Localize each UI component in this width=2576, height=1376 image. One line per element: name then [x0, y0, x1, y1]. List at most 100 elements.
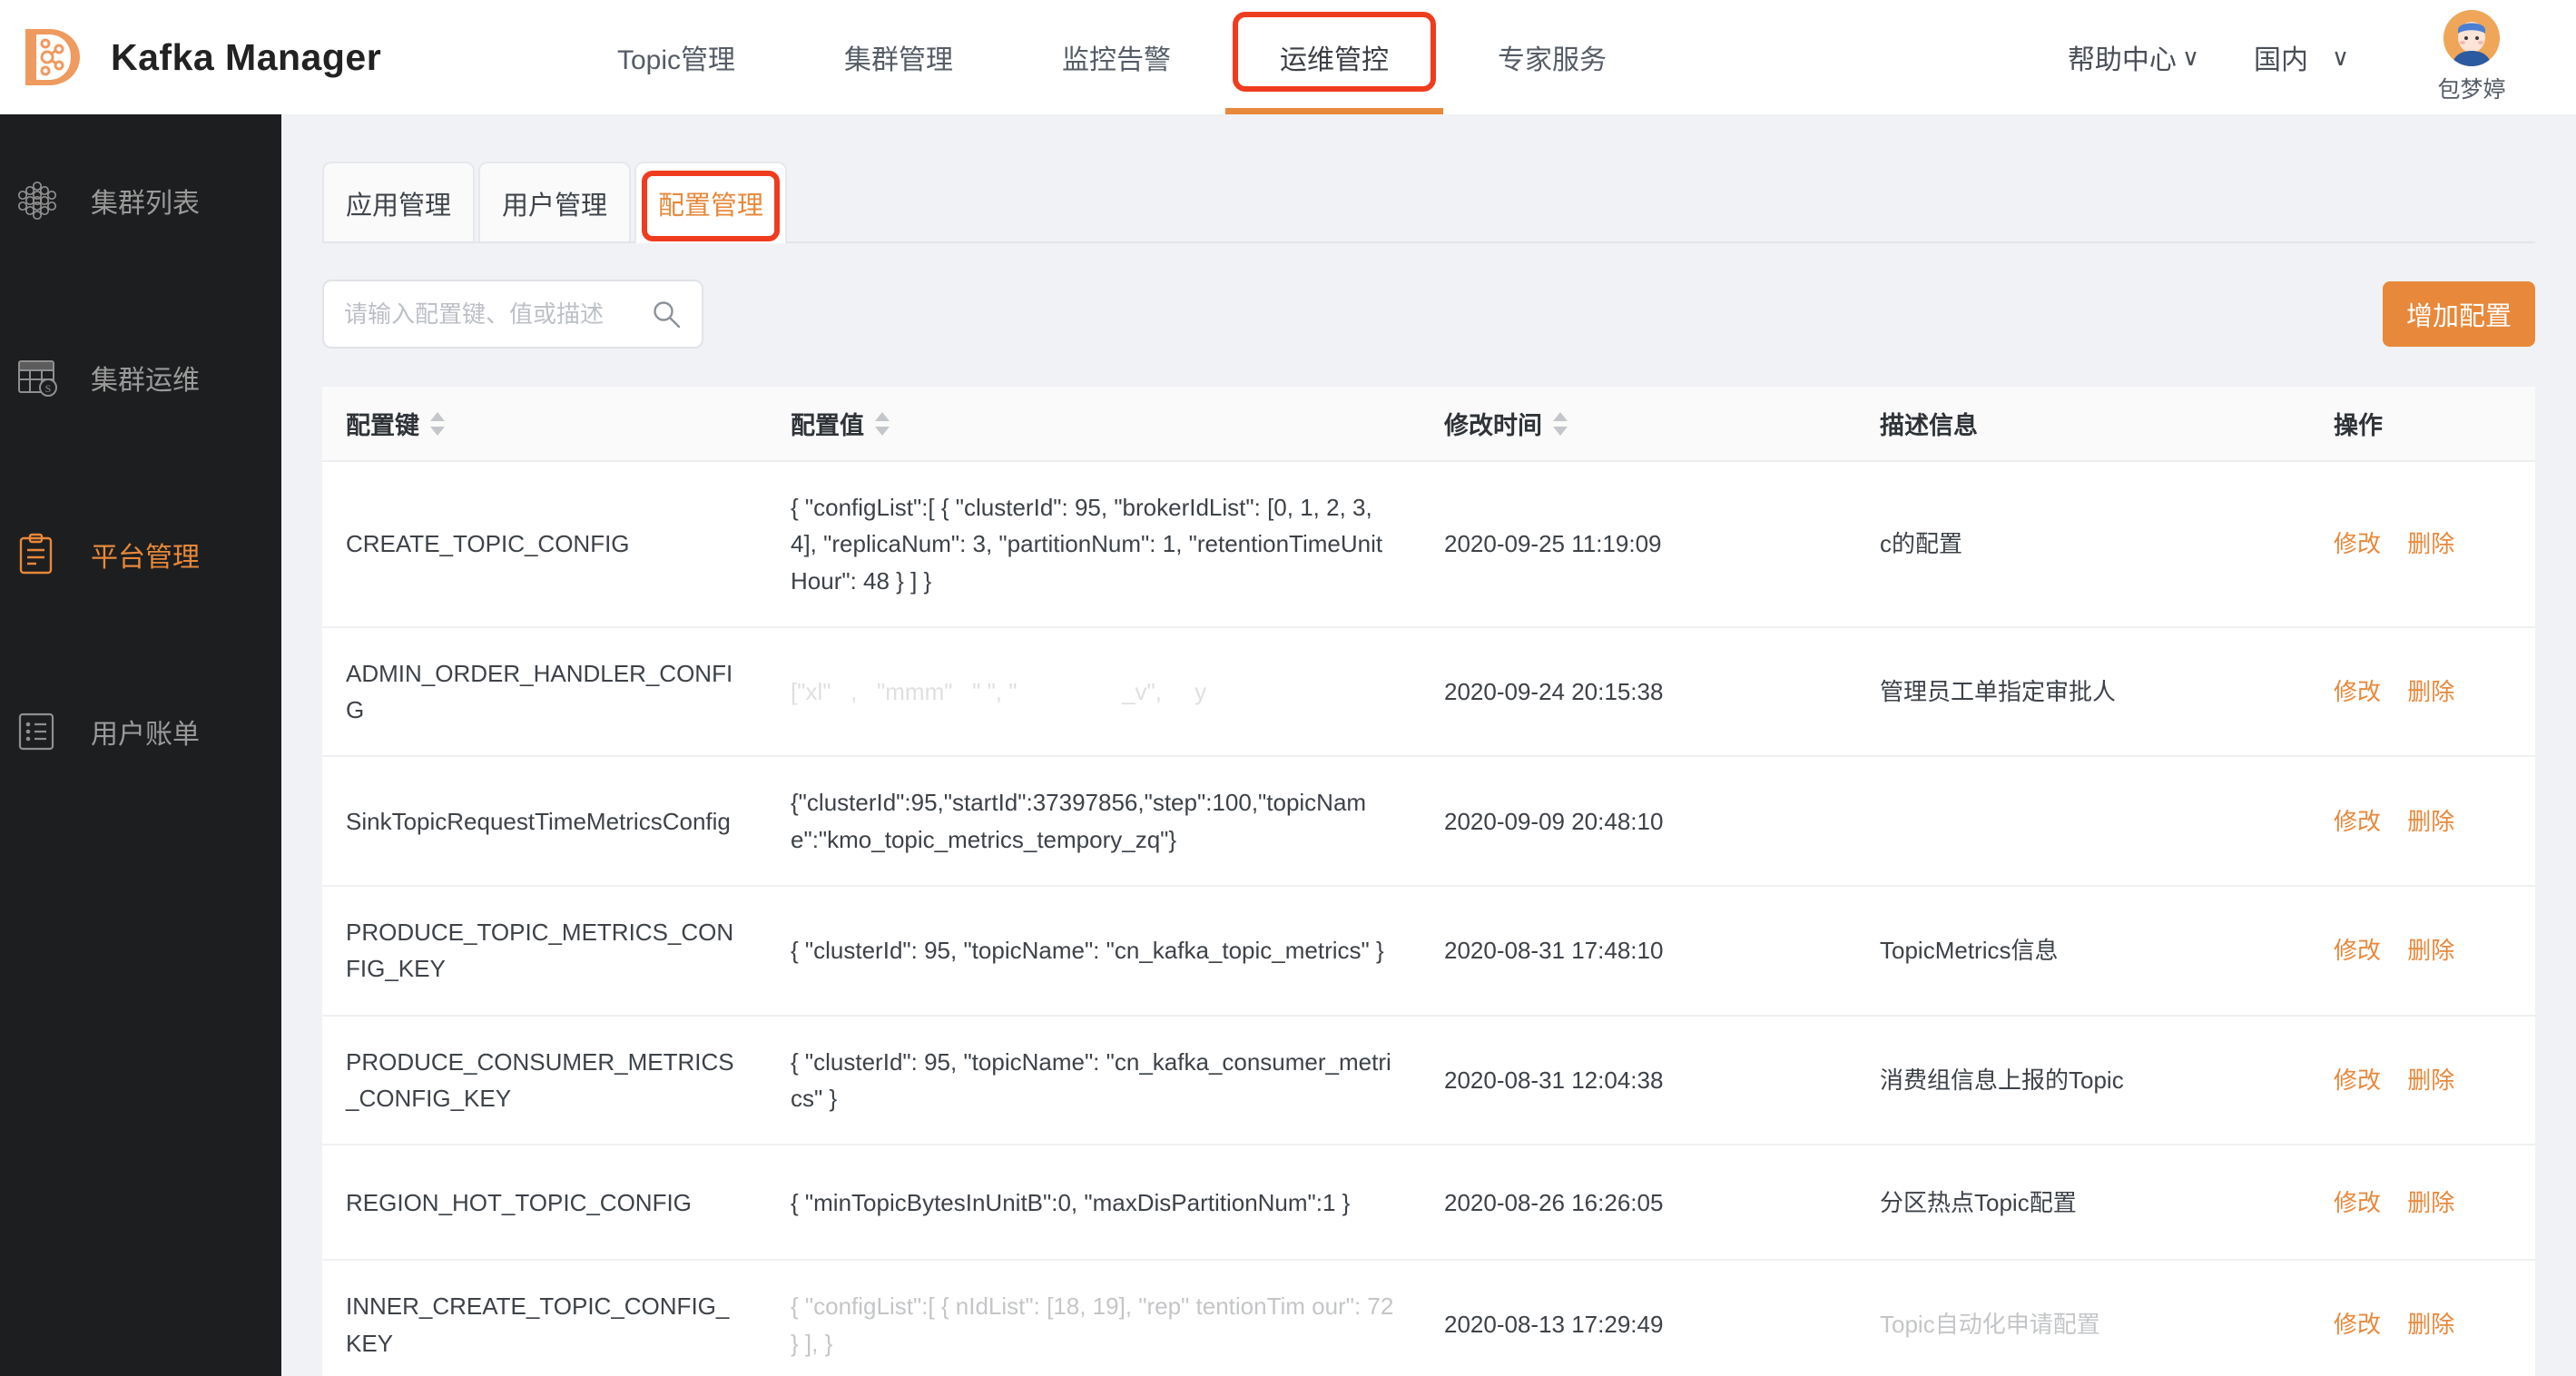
table-row: REGION_HOT_TOPIC_CONFIG { "minTopicBytes…: [322, 1145, 2535, 1262]
table-row: ADMIN_ORDER_HANDLER_CONFIG ["xl" , "mmm"…: [322, 626, 2535, 758]
delete-action[interactable]: 删除: [2407, 932, 2454, 968]
nav-label: 监控告警: [1062, 45, 1171, 75]
nav-topic-management[interactable]: Topic管理: [563, 0, 790, 114]
table-row: PRODUCE_TOPIC_METRICS_CONFIG_KEY { "clus…: [322, 886, 2535, 1017]
delete-action[interactable]: 删除: [2407, 1062, 2454, 1098]
cell-config-value: {"clusterId":95,"startId":37397856,"step…: [767, 756, 1421, 888]
tab-label: 应用管理: [345, 192, 451, 221]
th-operation: 操作: [2310, 387, 2535, 462]
sidebar-item-label: 平台管理: [91, 543, 200, 573]
cell-operations: 修改 删除: [2310, 1260, 2535, 1376]
cluster-list-icon: [13, 176, 62, 225]
cell-config-value: { "configList":[ { "clusterId": 95, "bro…: [767, 461, 1421, 628]
th-config-value[interactable]: 配置值: [767, 387, 1421, 462]
app-header: Kafka Manager Topic管理 集群管理 监控告警 运维管控 专家服…: [0, 0, 2576, 114]
help-center-dropdown[interactable]: 帮助中心 ∨: [2068, 37, 2199, 77]
toolbar: 增加配置: [322, 280, 2535, 349]
sort-toggle-icon[interactable]: [430, 411, 445, 436]
cell-config-value: { "clusterId": 95, "topicName": "cn_kafk…: [767, 1015, 1421, 1146]
platform-admin-icon: [13, 530, 62, 579]
top-navigation: Topic管理 集群管理 监控告警 运维管控 专家服务: [545, 0, 2068, 114]
th-modify-time[interactable]: 修改时间: [1421, 387, 1856, 462]
edit-action[interactable]: 修改: [2334, 673, 2381, 710]
chevron-down-icon: ∨: [2331, 43, 2349, 71]
search-box[interactable]: [322, 280, 703, 349]
cell-config-key: CREATE_TOPIC_CONFIG: [322, 461, 767, 628]
sidebar-item-cluster-list[interactable]: 集群列表: [0, 160, 281, 241]
tab-app-management[interactable]: 应用管理: [322, 162, 475, 243]
brand-title: Kafka Manager: [111, 35, 382, 78]
th-label: 描述信息: [1880, 412, 1978, 439]
sidebar-item-label: 集群列表: [91, 189, 200, 219]
cell-description: 消费组信息上报的Topic: [1856, 1015, 2310, 1146]
user-menu[interactable]: 包梦婷: [2404, 10, 2540, 104]
sidebar-item-user-bill[interactable]: 用户账单: [0, 691, 281, 772]
cell-operations: 修改 删除: [2310, 1015, 2535, 1146]
table-row: SinkTopicRequestTimeMetricsConfig {"clus…: [322, 756, 2535, 888]
cell-description: TopicMetrics信息: [1856, 886, 2310, 1017]
nav-ops-control[interactable]: 运维管控: [1225, 0, 1443, 114]
edit-action[interactable]: 修改: [2334, 526, 2381, 562]
sort-toggle-icon[interactable]: [1553, 411, 1568, 436]
cell-modify-time: 2020-09-25 11:19:09: [1421, 461, 1856, 628]
cell-operations: 修改 删除: [2310, 1145, 2535, 1262]
tab-user-management[interactable]: 用户管理: [478, 162, 631, 243]
add-config-button[interactable]: 增加配置: [2383, 281, 2535, 347]
nav-expert-service[interactable]: 专家服务: [1443, 0, 1661, 114]
config-table: 配置键 配置值 修改时间 描述信息 操作 CREATE_TOPIC_CONFIG…: [322, 387, 2535, 1376]
nav-label: 运维管控: [1280, 45, 1389, 75]
nav-cluster-management[interactable]: 集群管理: [790, 0, 1008, 114]
delete-action[interactable]: 删除: [2407, 1184, 2454, 1221]
cell-config-key: PRODUCE_TOPIC_METRICS_CONFIG_KEY: [322, 886, 767, 1017]
delete-action[interactable]: 删除: [2407, 803, 2454, 840]
region-dropdown[interactable]: 国内 ∨: [2254, 37, 2349, 77]
edit-action[interactable]: 修改: [2334, 1062, 2381, 1098]
cell-modify-time: 2020-08-13 17:29:49: [1421, 1260, 1856, 1376]
sort-toggle-icon[interactable]: [875, 411, 890, 436]
table-row: CREATE_TOPIC_CONFIG { "configList":[ { "…: [322, 461, 2535, 628]
sidebar-item-label: 集群运维: [91, 366, 200, 396]
cell-operations: 修改 删除: [2310, 626, 2535, 758]
edit-action[interactable]: 修改: [2334, 1306, 2381, 1342]
cell-config-key: INNER_CREATE_TOPIC_CONFIG_KEY: [322, 1260, 767, 1376]
search-input[interactable]: [344, 300, 651, 329]
sidebar: 集群列表 S 集群运维 平台管理 用户账单: [0, 114, 281, 1376]
sidebar-item-platform-admin[interactable]: 平台管理: [0, 514, 281, 595]
cell-modify-time: 2020-08-31 12:04:38: [1421, 1015, 1856, 1146]
cell-config-value: ["xl" , "mmm" " ", " _v", y: [767, 626, 1421, 758]
region-label: 国内: [2253, 45, 2308, 75]
sidebar-item-label: 用户账单: [91, 720, 200, 750]
cell-operations: 修改 删除: [2310, 886, 2535, 1017]
th-label: 修改时间: [1444, 412, 1542, 439]
cell-config-value: { "clusterId": 95, "topicName": "cn_kafk…: [767, 886, 1421, 1017]
main-content: 应用管理 用户管理 配置管理 增加配置: [281, 114, 2576, 1376]
sub-tab-bar: 应用管理 用户管理 配置管理: [322, 160, 2576, 243]
brand: Kafka Manager: [0, 24, 545, 91]
cell-description: c的配置: [1856, 461, 2310, 628]
cell-modify-time: 2020-09-09 20:48:10: [1421, 756, 1856, 888]
config-table-wrapper: 配置键 配置值 修改时间 描述信息 操作 CREATE_TOPIC_CONFIG…: [322, 387, 2535, 1376]
delete-action[interactable]: 删除: [2407, 1306, 2454, 1342]
cell-modify-time: 2020-08-26 16:26:05: [1421, 1145, 1856, 1262]
edit-action[interactable]: 修改: [2334, 1184, 2381, 1221]
cell-config-key: ADMIN_ORDER_HANDLER_CONFIG: [322, 626, 767, 758]
cell-description: [1856, 756, 2310, 888]
edit-action[interactable]: 修改: [2334, 932, 2381, 968]
user-bill-icon: [13, 707, 62, 756]
nav-monitor-alarm[interactable]: 监控告警: [1008, 0, 1225, 114]
nav-label: Topic管理: [616, 45, 736, 75]
th-label: 配置键: [346, 412, 419, 439]
th-config-key[interactable]: 配置键: [322, 387, 767, 462]
header-right: 帮助中心 ∨ 国内 ∨ 包梦婷: [2068, 0, 2576, 114]
cell-description: 管理员工单指定审批人: [1856, 626, 2310, 758]
cell-config-key: SinkTopicRequestTimeMetricsConfig: [322, 756, 767, 888]
kafka-d-logo-icon: [18, 24, 85, 91]
delete-action[interactable]: 删除: [2407, 673, 2454, 710]
cell-config-value: { "minTopicBytesInUnitB":0, "maxDisParti…: [767, 1145, 1421, 1262]
delete-action[interactable]: 删除: [2407, 526, 2454, 562]
tab-label: 配置管理: [657, 192, 763, 221]
sidebar-item-cluster-ops[interactable]: S 集群运维: [0, 337, 281, 418]
tab-config-management[interactable]: 配置管理: [634, 162, 787, 243]
edit-action[interactable]: 修改: [2334, 803, 2381, 840]
search-icon[interactable]: [651, 299, 682, 329]
